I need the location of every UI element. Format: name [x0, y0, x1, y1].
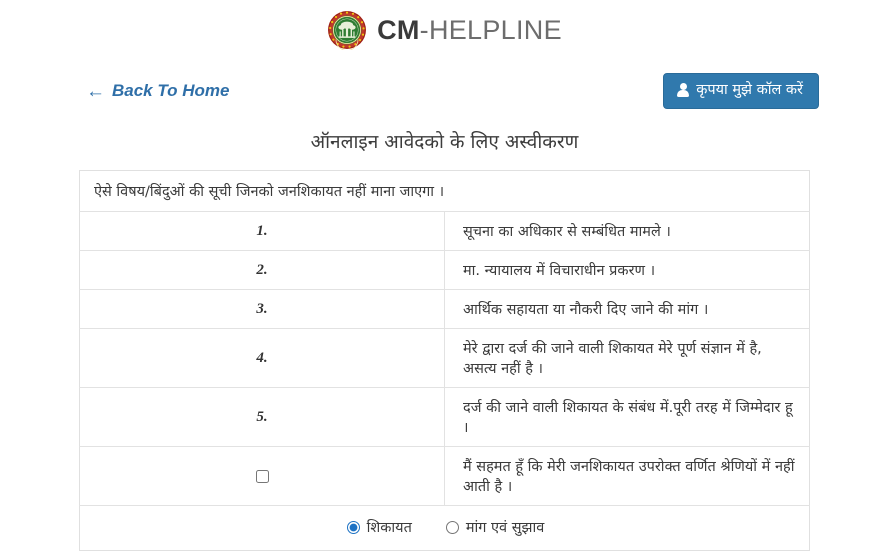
row-text: मेरे द्वारा दर्ज की जाने वाली शिकायत मेर… [444, 328, 810, 388]
radio-option-complaint[interactable]: शिकायत [346, 517, 412, 537]
radio-label-complaint: शिकायत [366, 520, 412, 536]
back-to-home-label: Back To Home [112, 81, 230, 100]
radio-input-demand-suggestion[interactable] [445, 520, 459, 534]
mp-state-emblem-icon [327, 10, 367, 51]
agreement-checkbox-cell[interactable] [79, 446, 445, 506]
radio-option-demand-suggestion[interactable]: मांग एवं सुझाव [445, 517, 545, 537]
row-text: मा. न्यायालय में विचाराधीन प्रकरण । [444, 250, 810, 290]
complaint-type-radio-group: शिकायत मांग एवं सुझाव [346, 517, 545, 537]
table-row: 5. दर्ज की जाने वाली शिकायत के संबंध में… [79, 387, 810, 447]
row-number: 2. [79, 250, 445, 290]
table-row: 1. सूचना का अधिकार से सम्बंधित मामले । [79, 211, 810, 251]
disclaimer-table: ऐसे विषय/बिंदुओं की सूची जिनको जनशिकायत … [79, 170, 810, 551]
table-row: 3. आर्थिक सहायता या नौकरी दिए जाने की मा… [79, 289, 810, 329]
agreement-label: मैं सहमत हूँ कि मेरी जनशिकायत उपरोक्त वर… [444, 446, 810, 506]
agreement-row: मैं सहमत हूँ कि मेरी जनशिकायत उपरोक्त वर… [79, 446, 810, 506]
row-number: 4. [79, 328, 445, 388]
request-call-button[interactable]: कृपया मुझे कॉल करें [663, 72, 819, 110]
row-number: 1. [79, 211, 445, 251]
row-text: सूचना का अधिकार से सम्बंधित मामले । [444, 211, 810, 251]
row-number: 5. [79, 387, 445, 447]
table-row: 2. मा. न्यायालय में विचाराधीन प्रकरण । [79, 250, 810, 290]
complaint-type-row: शिकायत मांग एवं सुझाव [79, 505, 810, 550]
table-header-text: ऐसे विषय/बिंदुओं की सूची जिनको जनशिकायत … [94, 184, 445, 200]
brand-title: CM-HELPLINE [377, 15, 562, 46]
radio-label-demand-suggestion: मांग एवं सुझाव [465, 520, 545, 536]
brand-title-cm: CM [377, 14, 420, 45]
complaint-type-cell: शिकायत मांग एवं सुझाव [79, 505, 810, 550]
row-number: 3. [79, 289, 445, 329]
brand-header: CM-HELPLINE [0, 0, 889, 60]
table-row: 4. मेरे द्वारा दर्ज की जाने वाली शिकायत … [79, 328, 810, 388]
back-to-home-link[interactable]: ← Back To Home [86, 81, 229, 101]
left-arrow-icon: ← [86, 80, 105, 102]
table-header-row: ऐसे विषय/बिंदुओं की सूची जिनको जनशिकायत … [80, 171, 810, 212]
brand-title-dash: - [419, 14, 429, 45]
row-text: आर्थिक सहायता या नौकरी दिए जाने की मांग … [444, 289, 810, 329]
agreement-checkbox[interactable] [255, 469, 269, 483]
row-text: दर्ज की जाने वाली शिकायत के संबंध में.पू… [444, 387, 810, 447]
page-title: ऑनलाइन आवेदको के लिए अस्वीकरण [310, 131, 579, 153]
nav-row: ← Back To Home कृपया मुझे कॉल करें [0, 60, 889, 122]
radio-input-complaint[interactable] [346, 520, 360, 534]
user-icon [677, 83, 690, 97]
request-call-label: कृपया मुझे कॉल करें [696, 81, 803, 98]
brand-title-helpline: HELPLINE [428, 14, 562, 45]
